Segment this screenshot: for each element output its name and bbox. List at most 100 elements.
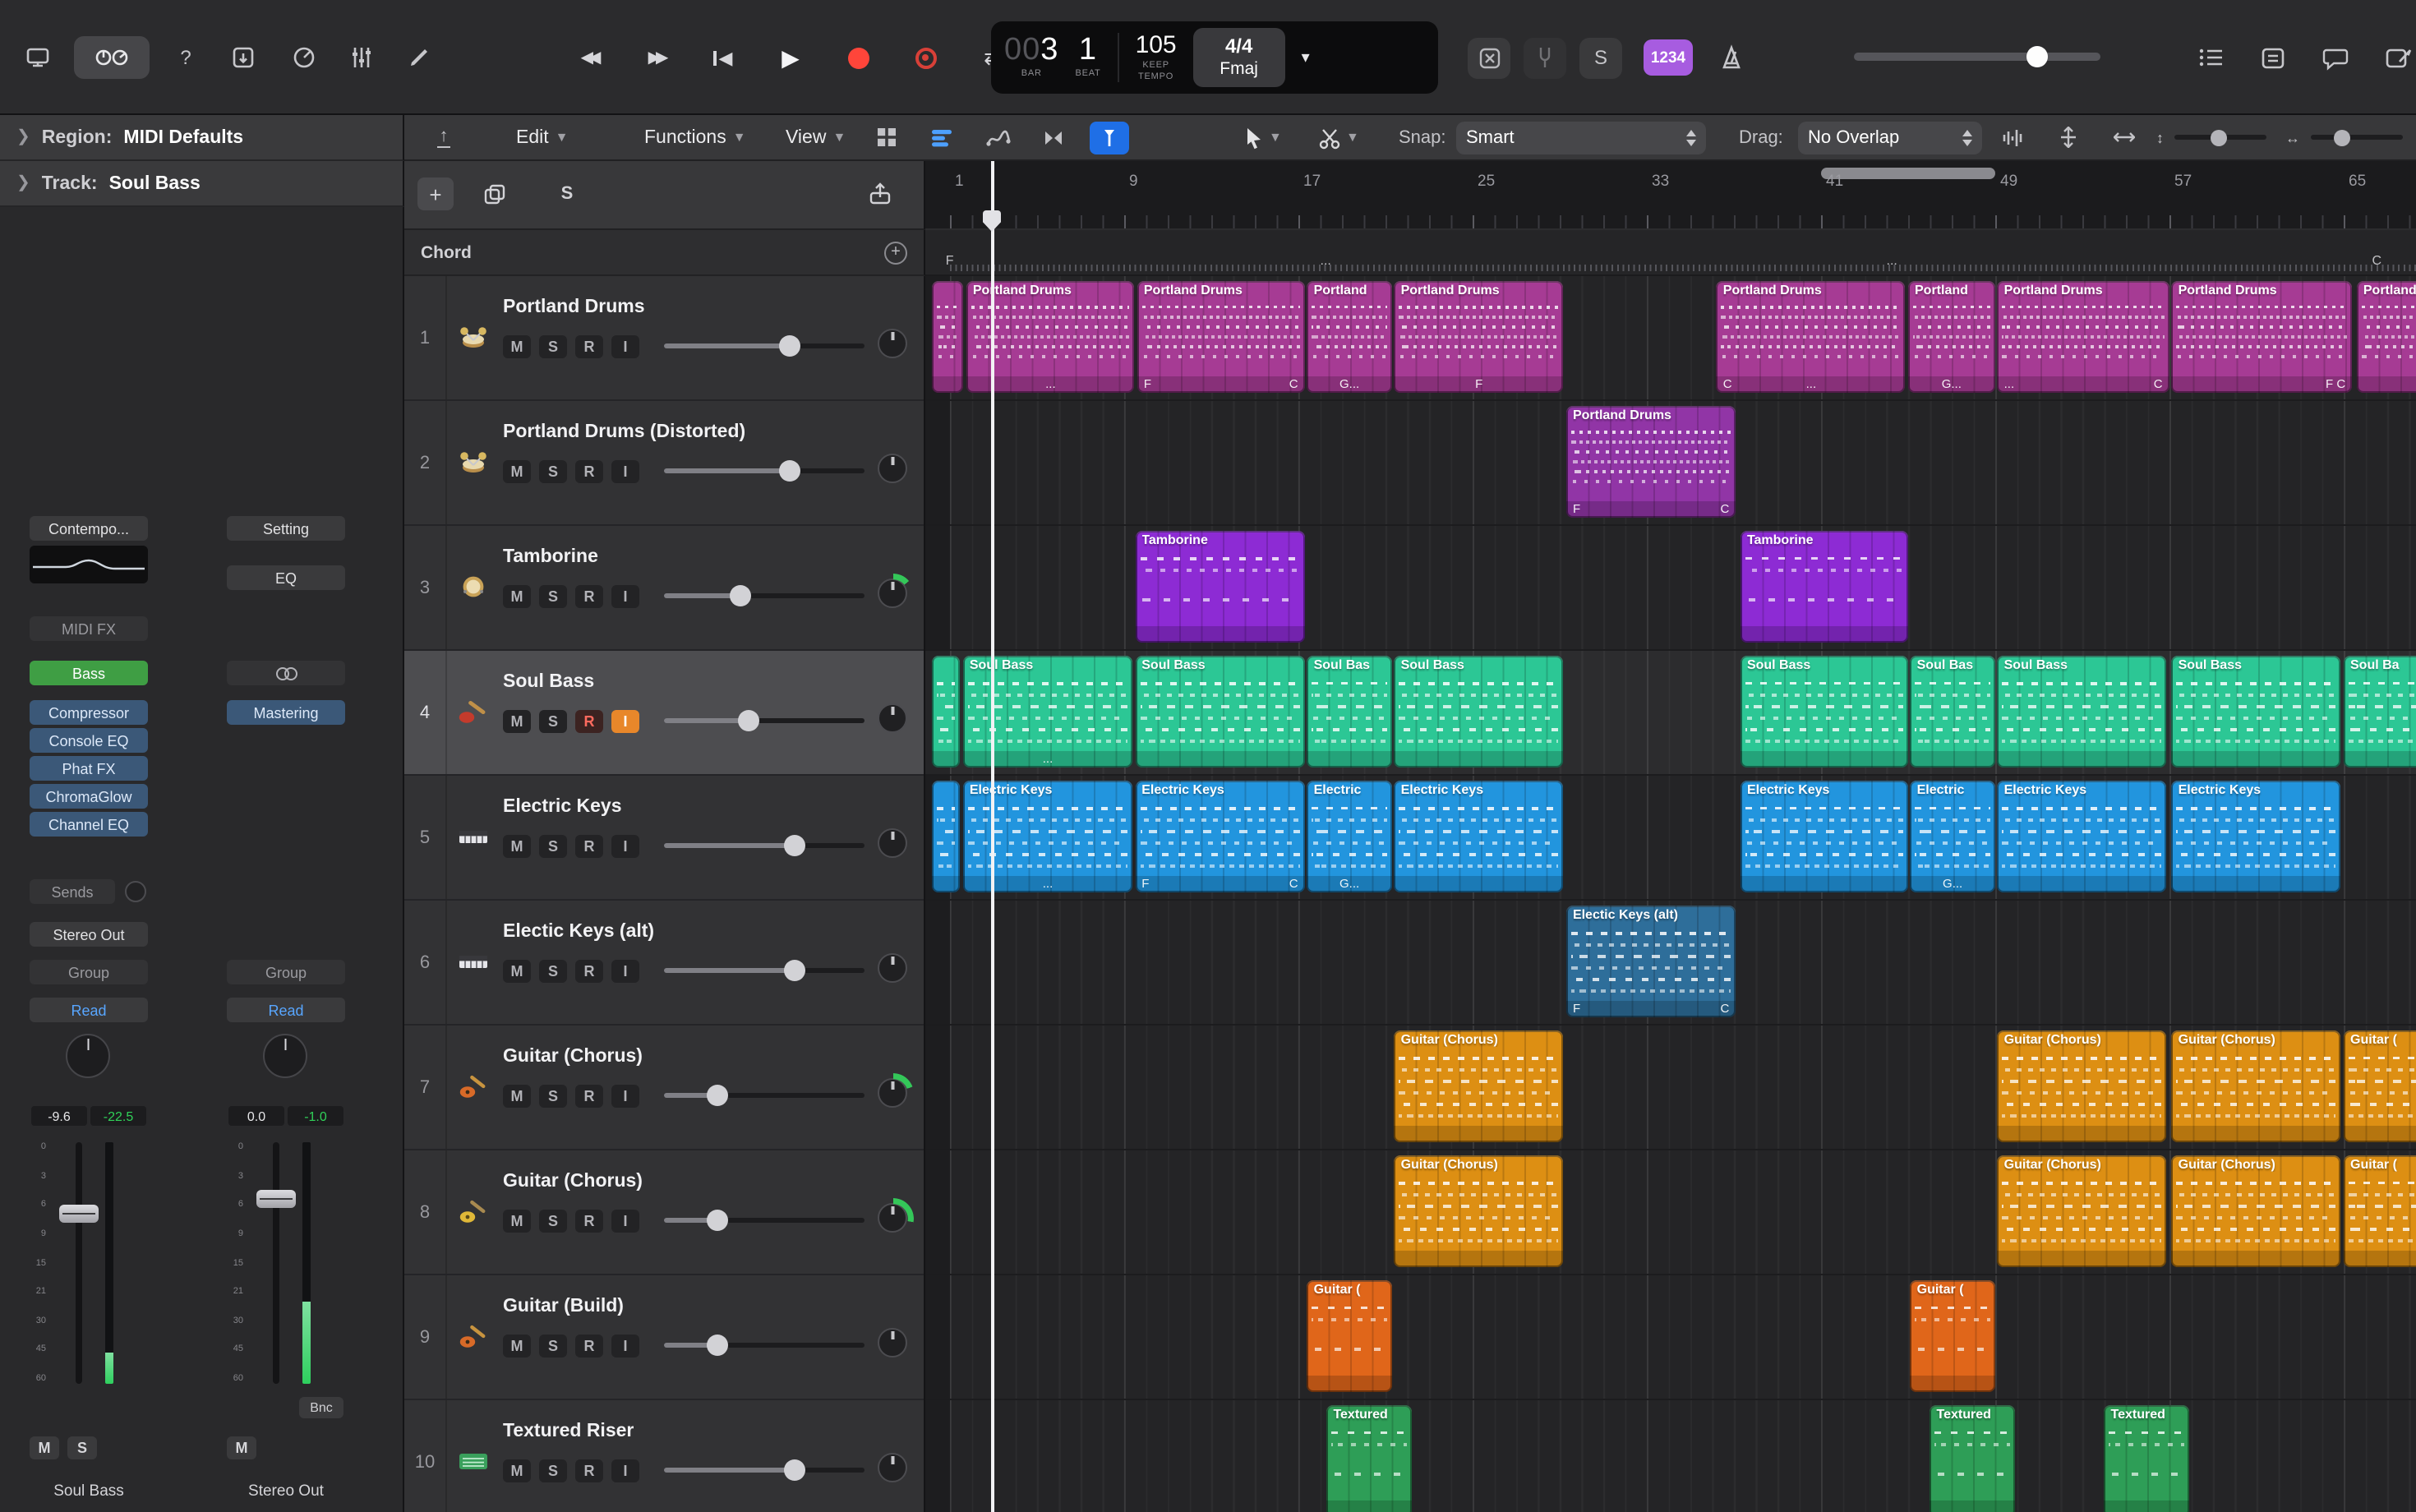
disclosure-chevron-icon[interactable]: ❯ <box>16 174 30 192</box>
duplicate-track-button[interactable] <box>477 177 513 210</box>
track-volume-slider[interactable] <box>664 593 865 598</box>
mixer-button[interactable] <box>340 36 383 79</box>
record-enable-button[interactable]: R <box>575 1459 603 1482</box>
solo-button[interactable]: S <box>539 335 567 358</box>
playhead[interactable] <box>991 161 994 1512</box>
track-header-soul-bass[interactable]: 4 Soul Bass M S R I <box>404 651 925 776</box>
track-pan-knob[interactable] <box>878 953 907 983</box>
plugin-slot-mastering[interactable]: Mastering <box>227 700 345 725</box>
add-track-button[interactable]: + <box>417 177 454 210</box>
vertical-zoom-slider[interactable] <box>2174 135 2266 140</box>
mute-button[interactable]: M <box>503 1335 531 1358</box>
region-portland-drums[interactable]: Portland DrumsF <box>1395 281 1564 393</box>
tuner-button[interactable] <box>1524 37 1566 78</box>
region-guitar-chorus-[interactable]: Guitar (Chorus) <box>1395 1155 1564 1267</box>
group-slot[interactable]: Group <box>30 960 148 984</box>
track-pan-knob[interactable] <box>878 1078 907 1108</box>
arrange-area[interactable]: 1917253341495765 F......C Portland Drums… <box>925 161 2416 1512</box>
region-electric[interactable]: ElectricG... <box>1911 781 1995 892</box>
solo-button[interactable]: S <box>539 960 567 983</box>
play-button[interactable]: ▶ <box>764 36 817 79</box>
solo-button[interactable]: S <box>539 1335 567 1358</box>
mute-button[interactable]: M <box>30 1436 59 1459</box>
region-electric-keys[interactable]: Electric Keys <box>1741 781 1908 892</box>
region-tamborine[interactable]: Tamborine <box>1135 531 1304 643</box>
editors-button[interactable] <box>398 36 440 79</box>
go-to-beginning-button[interactable]: ◀ <box>697 36 749 79</box>
left-click-tool-menu[interactable]: ▼ <box>1243 126 1282 149</box>
track-header-textured-riser[interactable]: 10 Textured Riser M S R I <box>404 1400 925 1512</box>
region-electric-keys[interactable]: Electric KeysFC <box>1135 781 1304 892</box>
toolbar-toggle-button[interactable] <box>222 36 265 79</box>
browsers-button[interactable] <box>2377 36 2416 79</box>
region-guitar-[interactable]: Guitar ( <box>2344 1155 2416 1267</box>
region-clip[interactable] <box>933 656 961 768</box>
horizontal-zoom-slider[interactable] <box>2310 135 2402 140</box>
solo-button[interactable]: S <box>539 460 567 483</box>
region-soul-ba[interactable]: Soul Ba <box>2344 656 2416 768</box>
region-guitar-chorus-[interactable]: Guitar (Chorus) <box>2172 1030 2341 1142</box>
solo-button[interactable]: S <box>539 835 567 858</box>
pan-knob[interactable] <box>66 1034 110 1078</box>
track-pan-knob[interactable] <box>878 1328 907 1358</box>
mute-button[interactable]: M <box>503 1085 531 1108</box>
edit-menu[interactable]: Edit▼ <box>516 127 569 147</box>
input-monitor-button[interactable]: I <box>611 335 639 358</box>
track-volume-slider[interactable] <box>664 1468 865 1473</box>
bar-ruler[interactable]: 1917253341495765 <box>925 161 2416 230</box>
record-enable-button[interactable]: R <box>575 460 603 483</box>
record-enable-button[interactable]: R <box>575 1085 603 1108</box>
slider-knob[interactable] <box>785 1459 806 1481</box>
solo-button[interactable]: S <box>539 1210 567 1233</box>
rewind-button[interactable]: ◀◀ <box>562 36 615 79</box>
track-lane-9[interactable] <box>925 1275 2416 1400</box>
region-soul-bass[interactable]: Soul Bass... <box>963 656 1132 768</box>
region-guitar-[interactable]: Guitar ( <box>1911 1280 1995 1392</box>
command-click-tool-menu[interactable]: ▼ <box>1318 126 1359 149</box>
track-pan-knob[interactable] <box>878 329 907 358</box>
track-header-electric-keys[interactable]: 5 Electric Keys M S R I <box>404 776 925 901</box>
horizontal-auto-zoom-button[interactable] <box>2104 121 2143 154</box>
slider-knob[interactable] <box>778 460 800 482</box>
output-slot[interactable]: Stereo Out <box>30 922 148 947</box>
metronome-button[interactable] <box>1709 36 1752 79</box>
region-soul-bass[interactable]: Soul Bass <box>1395 656 1564 768</box>
input-monitor-button[interactable]: I <box>611 1085 639 1108</box>
volume-fader[interactable]: 03691521304560 <box>224 1137 348 1389</box>
mute-button[interactable]: M <box>503 835 531 858</box>
fader-handle[interactable] <box>256 1190 296 1208</box>
mute-button[interactable]: M <box>503 710 531 733</box>
track-header-tamborine[interactable]: 3 Tamborine M S R I <box>404 526 925 651</box>
region-textured[interactable]: Textured <box>1326 1405 1411 1512</box>
track-pan-knob[interactable] <box>878 1453 907 1482</box>
track-pan-knob[interactable] <box>878 454 907 483</box>
plugin-slot-channel-eq[interactable]: Channel EQ <box>30 812 148 837</box>
track-pan-knob[interactable] <box>878 1203 907 1233</box>
record-button[interactable] <box>832 36 884 79</box>
region-portland-drums[interactable]: Portland DrumsFC <box>1137 281 1305 393</box>
slider-knob[interactable] <box>706 1085 727 1106</box>
region-portland[interactable]: PortlandG... <box>1307 281 1392 393</box>
midi-fx-slot[interactable]: MIDI FX <box>30 616 148 641</box>
track-header-portland-drums[interactable]: 1 Portland Drums M S R I <box>404 276 925 401</box>
instrument-slot[interactable]: Bass <box>30 661 148 685</box>
region-soul-bass[interactable]: Soul Bass <box>1135 656 1304 768</box>
solo-button[interactable]: S <box>67 1436 97 1459</box>
track-pan-knob[interactable] <box>878 828 907 858</box>
region-electric-keys[interactable]: Electric Keys <box>1998 781 2167 892</box>
region-guitar-chorus-[interactable]: Guitar (Chorus) <box>1998 1155 2167 1267</box>
mute-button[interactable]: M <box>503 335 531 358</box>
note-pads-button[interactable] <box>2252 36 2294 79</box>
mute-button[interactable]: M <box>503 585 531 608</box>
channel-setting-button[interactable]: Setting <box>227 516 345 541</box>
automation-mode-button[interactable]: Read <box>227 998 345 1022</box>
mute-button[interactable]: M <box>503 960 531 983</box>
record-enable-button[interactable]: R <box>575 960 603 983</box>
region-guitar-chorus-[interactable]: Guitar (Chorus) <box>2172 1155 2341 1267</box>
solo-button[interactable]: S <box>539 710 567 733</box>
cycle-range[interactable] <box>1821 168 1995 179</box>
track-inspector-row[interactable]: ❯ Track: Soul Bass <box>0 161 404 207</box>
fader-handle[interactable] <box>59 1205 99 1224</box>
stereo-format-button[interactable] <box>227 661 345 685</box>
catch-playhead-button[interactable] <box>1090 121 1129 154</box>
